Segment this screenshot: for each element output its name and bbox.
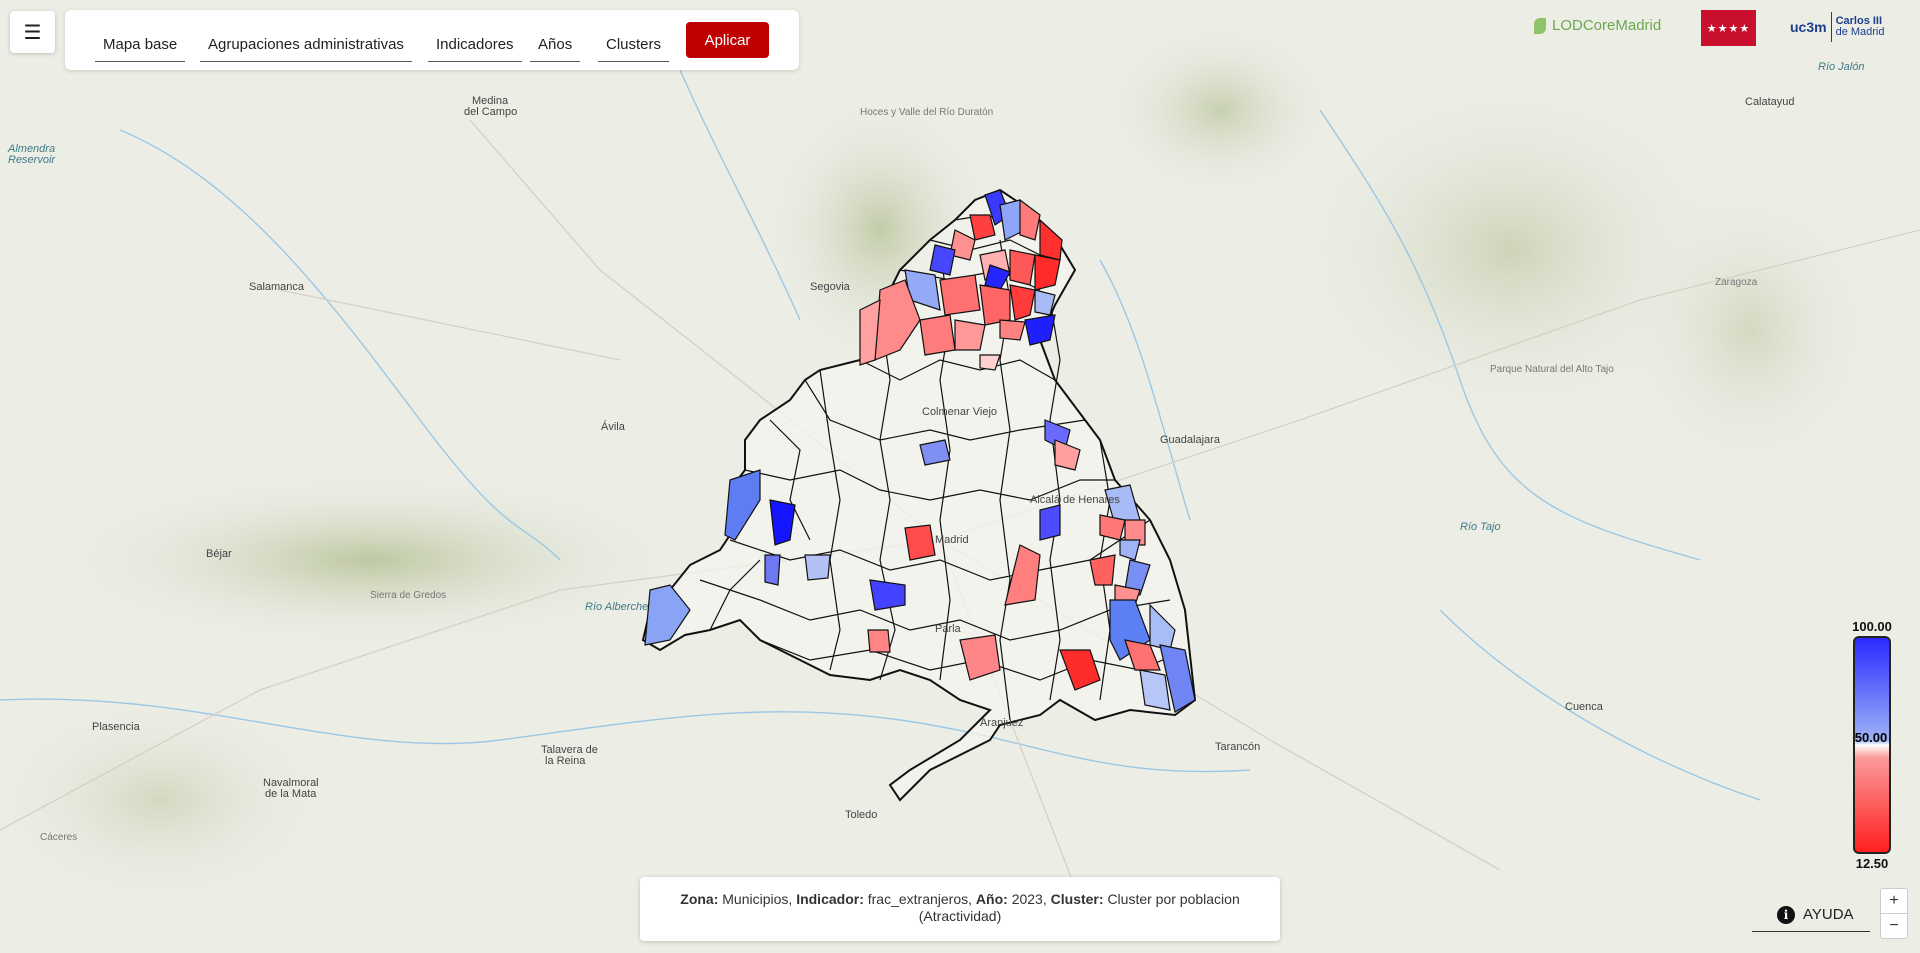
place-caceres: Cáceres [40,832,77,843]
indicador-label: Indicador: [796,891,864,907]
zona-label: Zona: [680,891,719,907]
cluster-value: Cluster por poblacion [1107,891,1240,907]
zona-value: Municipios, [722,891,793,907]
zoom-control: + − [1880,888,1908,939]
place-plasencia: Plasencia [92,721,141,733]
place-parla: Parla [935,623,962,635]
selection-info: Zona: Municipios, Indicador: frac_extran… [640,877,1280,941]
anio-value: 2023, [1011,891,1047,907]
place-madrid: Madrid [935,534,969,546]
apply-button[interactable]: Aplicar [686,22,769,58]
place-toledo: Toledo [845,809,877,821]
menu-item-indicadores[interactable]: Indicadores [428,26,522,62]
base-map[interactable]: Madrid Segovia Ávila Guadalajara Toledo … [0,0,1920,953]
place-bejar: Béjar [206,548,232,560]
place-colmenar: Colmenar Viejo [922,406,997,418]
menu-item-clusters[interactable]: Clusters [598,26,670,62]
comunidad-madrid-logo[interactable]: ★★★★ [1701,10,1756,46]
legend-mid: 50.00 [1854,730,1888,745]
uc3m-logo-text: uc3m [1790,19,1827,35]
place-avila: Ávila [601,420,626,433]
uc3m-logo-line3: de Madrid [1835,26,1885,38]
place-rio-alberche: Río Alberche [585,601,648,613]
place-segovia: Segovia [810,281,851,293]
place-alcala: Alcalá de Henares [1030,494,1120,506]
info-icon: i [1777,905,1795,924]
place-salamanca: Salamanca [249,281,305,293]
zoom-out-button[interactable]: − [1881,913,1907,938]
place-calatayud: Calatayud [1745,96,1795,108]
help-label: AYUDA [1803,906,1854,923]
place-alto-tajo: Parque Natural del Alto Tajo [1490,364,1614,375]
lodcore-logo[interactable]: LODCoreMadrid [1534,17,1661,34]
lodcore-logo-text: LODCoreMadrid [1552,17,1662,34]
help-button[interactable]: i AYUDA [1752,898,1870,932]
cluster-subvalue: (Atractividad) [918,908,1002,924]
place-aranjuez: Aranjuez [980,717,1023,729]
place-rio-duraton: Hoces y Valle del Río Duratón [860,107,993,118]
place-guadalajara: Guadalajara [1160,434,1221,446]
indicador-value: frac_extranjeros, [867,891,973,907]
place-cuenca: Cuenca [1565,701,1604,713]
place-sierra-gredos: Sierra de Gredos [370,590,446,601]
cluster-label: Cluster: [1050,891,1104,907]
place-tarancon: Tarancón [1215,741,1260,753]
toolbar: Mapa base Agrupaciones administrativas I… [65,10,799,70]
menu-item-anios[interactable]: Años [530,26,581,62]
place-rio-tajo: Río Tajo [1460,521,1501,533]
place-medina-2: del Campo [464,106,517,118]
uc3m-logo[interactable]: uc3m Carlos III de Madrid [1790,12,1885,42]
place-navalmoral-2: de la Mata [265,788,317,800]
menu-item-agrupaciones[interactable]: Agrupaciones administrativas [200,26,412,62]
anio-label: Año: [975,891,1008,907]
menu-item-mapa-base[interactable]: Mapa base [95,26,186,62]
place-rio-jalon: Río Jalón [1818,61,1864,73]
place-zaragoza: Zaragoza [1715,277,1758,288]
legend-max: 100.00 [1852,619,1892,634]
zoom-in-button[interactable]: + [1881,889,1907,913]
legend-gradient: 50.00 [1853,636,1891,854]
legend-min: 12.50 [1855,856,1889,871]
menu-button[interactable]: ☰ [10,11,55,53]
color-legend: 100.00 50.00 12.50 [1852,619,1892,871]
place-almendra-2: Reservoir [8,154,56,166]
place-talavera-2: la Reina [545,755,586,767]
leaf-icon [1534,17,1546,34]
